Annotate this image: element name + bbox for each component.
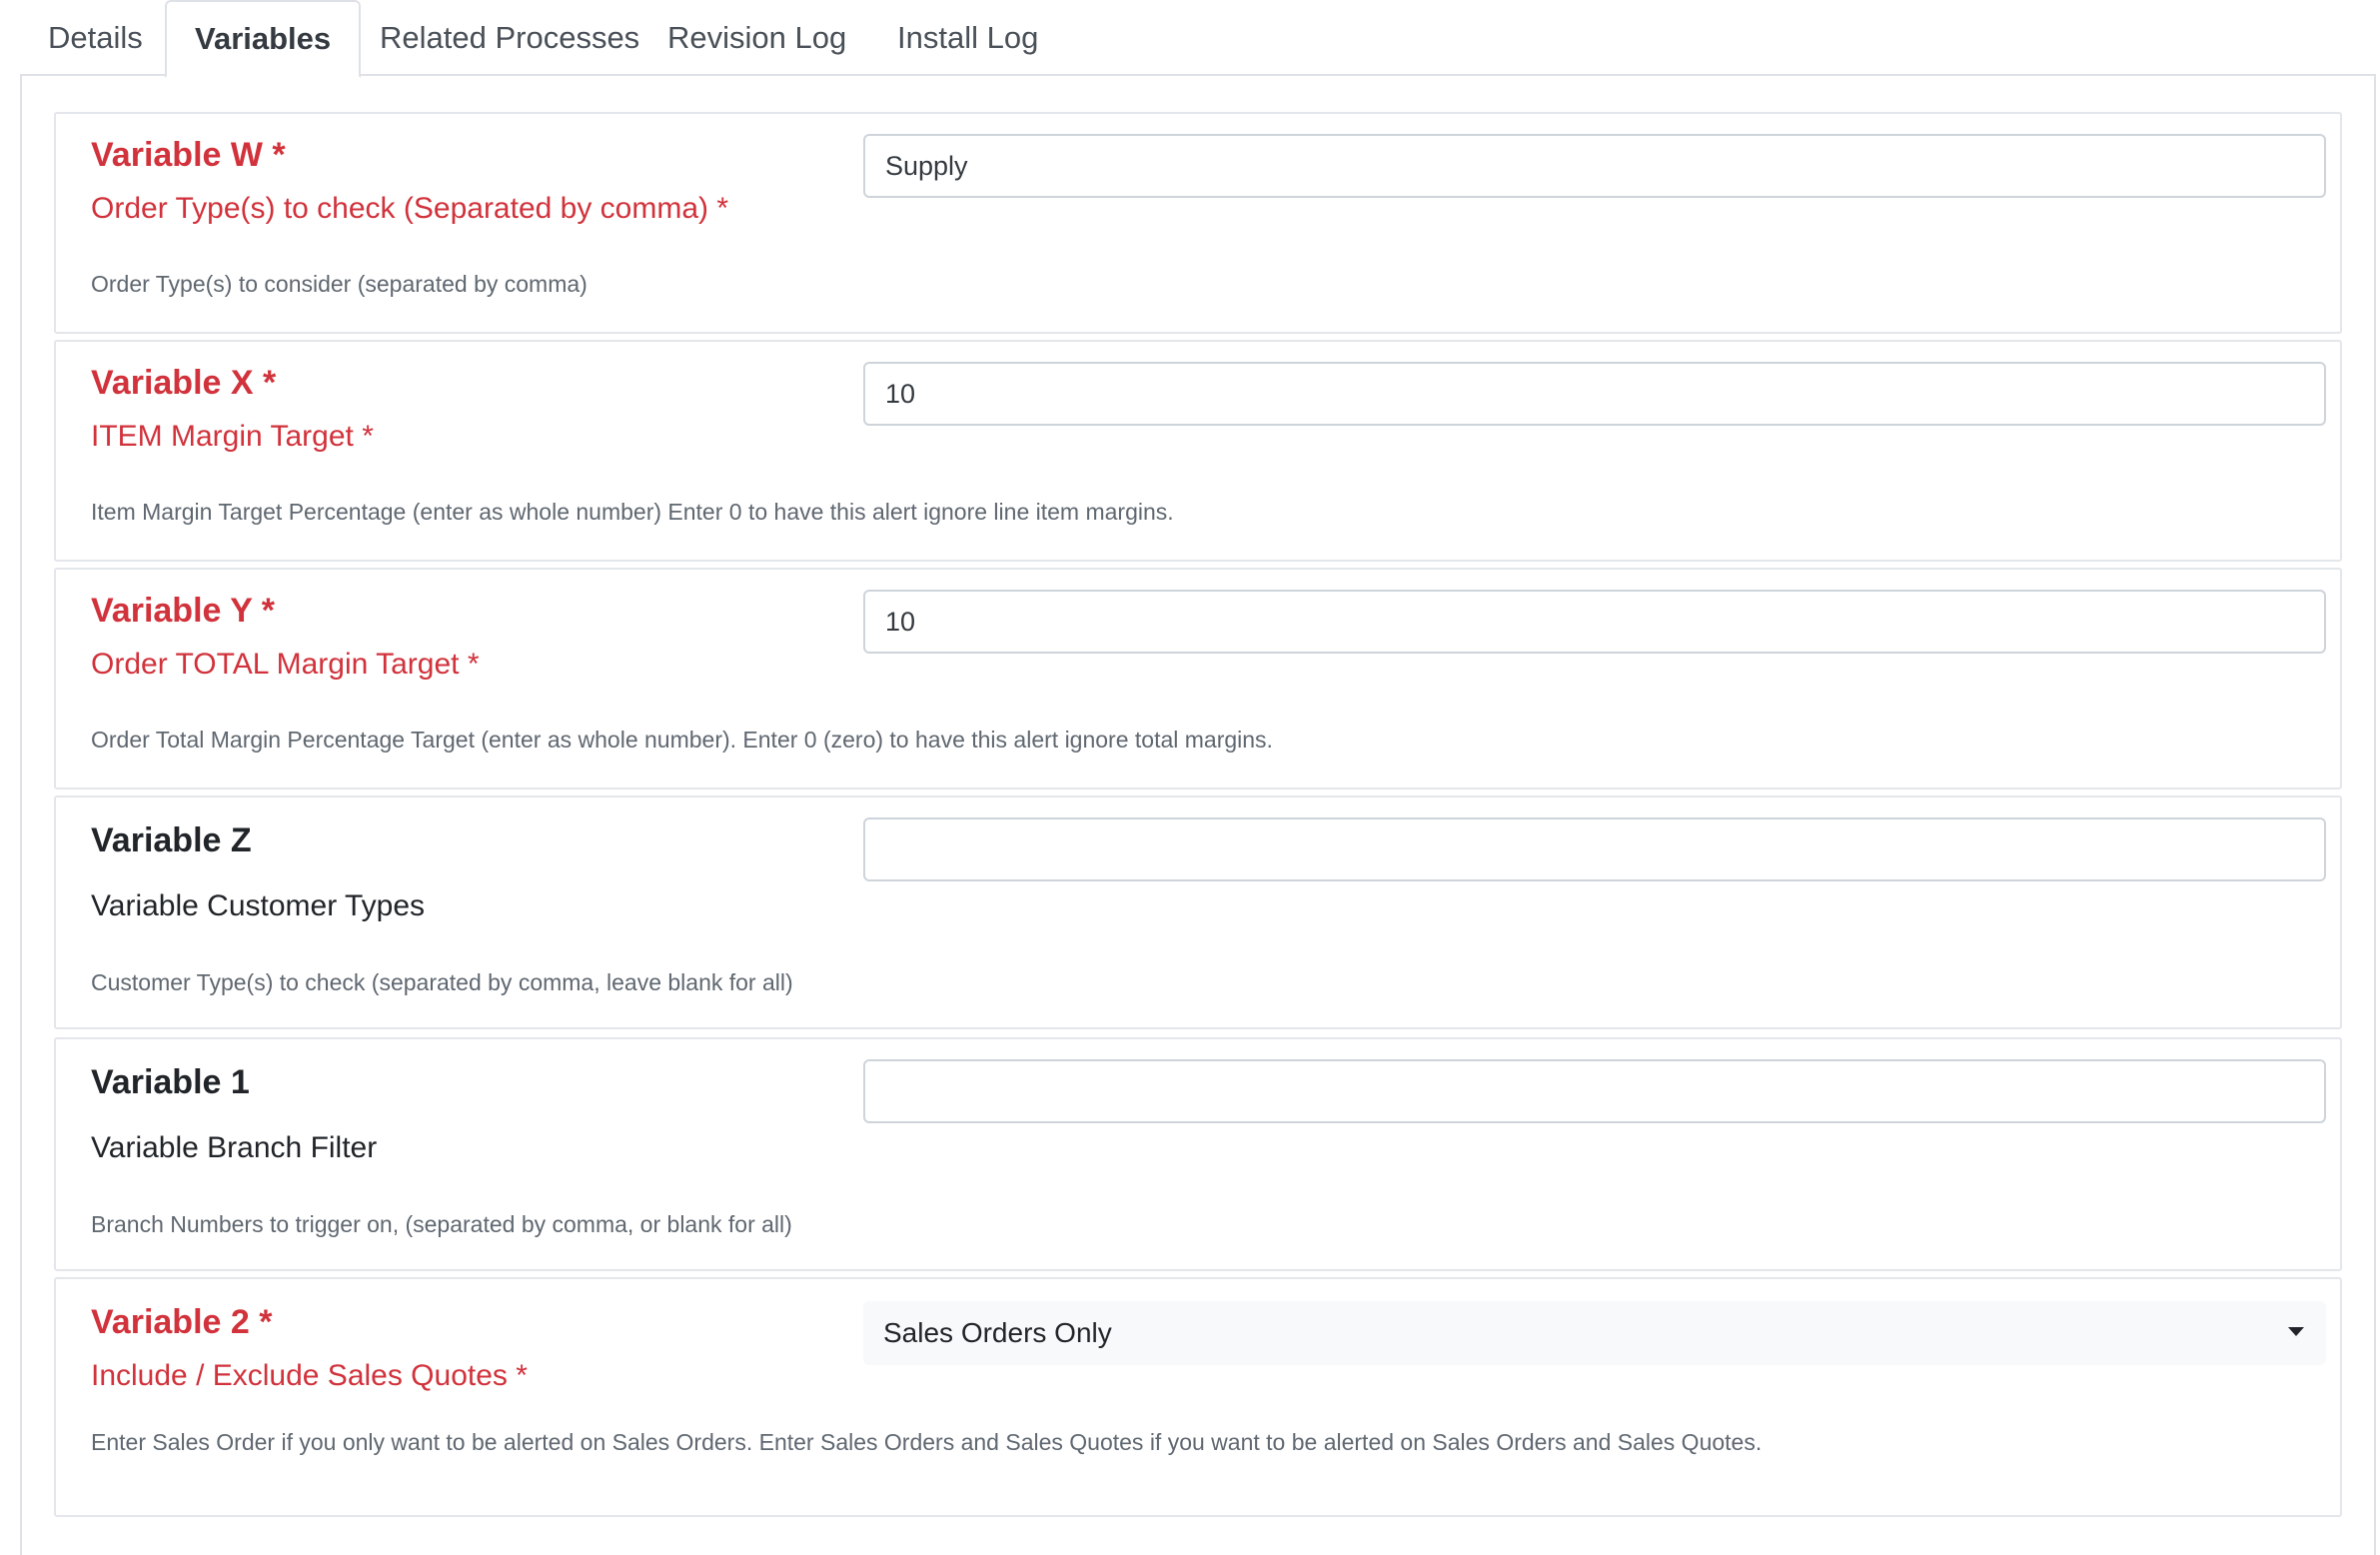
select-value: Sales Orders Only — [883, 1317, 1112, 1348]
variable-title: Variable 1 — [91, 1063, 250, 1101]
variable-card-x: Variable X * ITEM Margin Target * Item M… — [54, 340, 2342, 562]
tab-revision-log[interactable]: Revision Log — [639, 0, 874, 76]
variable-card-1: Variable 1 Variable Branch Filter Branch… — [54, 1037, 2342, 1271]
variable-title: Variable Y * — [91, 592, 275, 630]
variable-card-y: Variable Y * Order TOTAL Margin Target *… — [54, 568, 2342, 789]
variable-help-text: Item Margin Target Percentage (enter as … — [91, 499, 1174, 525]
variable-card-z: Variable Z Variable Customer Types Custo… — [54, 795, 2342, 1029]
variable-title: Variable 2 * — [91, 1303, 273, 1341]
variable-label: Variable Branch Filter — [91, 1131, 378, 1164]
variable-help-text: Enter Sales Order if you only want to be… — [91, 1429, 1763, 1455]
variable-label: Include / Exclude Sales Quotes * — [91, 1359, 528, 1392]
variable-help-text: Order Total Margin Percentage Target (en… — [91, 727, 1273, 753]
tab-install-log[interactable]: Install Log — [869, 0, 1066, 76]
tab-variables[interactable]: Variables — [165, 0, 362, 78]
variable-title: Variable X * — [91, 364, 277, 402]
variable-help-text: Order Type(s) to consider (separated by … — [91, 271, 588, 297]
caret-down-icon — [2288, 1327, 2304, 1336]
tab-details[interactable]: Details — [20, 0, 171, 76]
variable-card-2: Variable 2 * Include / Exclude Sales Quo… — [54, 1277, 2342, 1517]
variable-x-input[interactable] — [863, 362, 2326, 426]
variable-label: Order TOTAL Margin Target * — [91, 648, 480, 681]
variable-2-select[interactable]: Sales Orders Only — [863, 1301, 2326, 1365]
tab-related-processes[interactable]: Related Processes — [352, 0, 667, 76]
variable-w-input[interactable] — [863, 134, 2326, 198]
variable-title: Variable Z — [91, 821, 252, 859]
variable-title: Variable W * — [91, 136, 286, 174]
variable-help-text: Branch Numbers to trigger on, (separated… — [91, 1211, 792, 1237]
variable-label: ITEM Margin Target * — [91, 420, 374, 453]
variable-label: Order Type(s) to check (Separated by com… — [91, 192, 729, 225]
variable-label: Variable Customer Types — [91, 889, 426, 922]
variable-z-input[interactable] — [863, 817, 2326, 881]
variable-y-input[interactable] — [863, 590, 2326, 654]
variable-card-w: Variable W * Order Type(s) to check (Sep… — [54, 112, 2342, 334]
variable-help-text: Customer Type(s) to check (separated by … — [91, 969, 793, 995]
variable-1-input[interactable] — [863, 1059, 2326, 1123]
tab-bar: Details Variables Related Processes Revi… — [20, 0, 2376, 78]
